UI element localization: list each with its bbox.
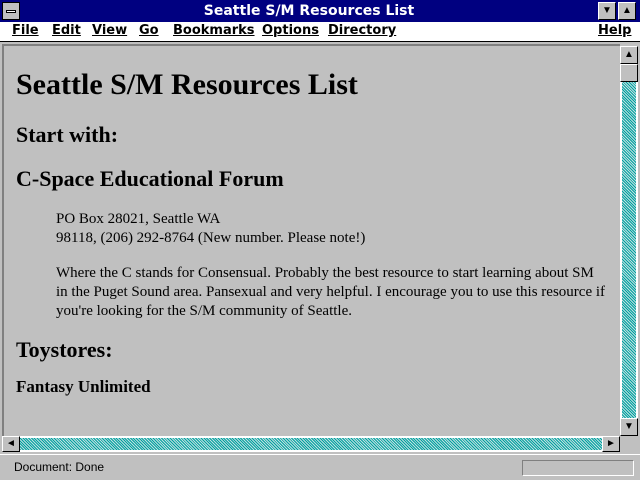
scroll-up-button[interactable]: ▲ (620, 46, 638, 64)
document-view[interactable]: Seattle S/M Resources List Start with: C… (2, 44, 620, 436)
menu-options[interactable]: Options (262, 23, 319, 38)
vertical-scroll-track[interactable] (622, 64, 636, 418)
browser-window: Seattle S/M Resources List ▼ ▲ File Edit… (0, 0, 640, 480)
progress-bar (522, 460, 634, 476)
forum-address: PO Box 28021, Seattle WA 98118, (206) 29… (56, 210, 606, 248)
store-heading: Fantasy Unlimited (16, 377, 151, 396)
menu-bar: File Edit View Go Bookmarks Options Dire… (0, 22, 640, 42)
scroll-down-button[interactable]: ▼ (620, 418, 638, 436)
status-bar: Document: Done (0, 454, 640, 480)
menu-file[interactable]: File (12, 23, 39, 38)
toystores-heading: Toystores: (16, 337, 113, 362)
menu-go[interactable]: Go (139, 23, 159, 38)
scrollbar-corner (620, 436, 638, 452)
horizontal-scrollbar[interactable]: ◄ ► (2, 436, 620, 452)
start-with-heading: Start with: (16, 122, 119, 147)
page-title: Seattle S/M Resources List (16, 68, 358, 101)
vertical-scroll-thumb[interactable] (620, 64, 638, 82)
menu-view[interactable]: View (92, 23, 127, 38)
maximize-button[interactable]: ▲ (618, 2, 636, 20)
menu-edit[interactable]: Edit (52, 23, 81, 38)
system-menu-button[interactable] (2, 2, 20, 20)
menu-directory[interactable]: Directory (328, 23, 396, 38)
status-text: Document: Done (14, 460, 105, 474)
address-line-1: PO Box 28021, Seattle WA (56, 211, 221, 227)
scroll-right-button[interactable]: ► (602, 436, 620, 452)
document-content: Seattle S/M Resources List Start with: C… (16, 68, 606, 397)
minimize-button[interactable]: ▼ (598, 2, 616, 20)
horizontal-scroll-track[interactable] (20, 438, 602, 450)
forum-heading: C-Space Educational Forum (16, 166, 284, 191)
window-title: Seattle S/M Resources List (203, 3, 415, 19)
menu-bookmarks[interactable]: Bookmarks (173, 23, 255, 38)
scroll-left-button[interactable]: ◄ (2, 436, 20, 452)
forum-description: Where the C stands for Consensual. Proba… (56, 265, 606, 319)
title-bar: Seattle S/M Resources List ▼ ▲ (0, 0, 640, 22)
address-line-2: 98118, (206) 292-8764 (New number. Pleas… (56, 230, 366, 246)
menu-help[interactable]: Help (598, 23, 631, 38)
system-menu-icon (6, 10, 16, 13)
vertical-scrollbar[interactable]: ▲ ▼ (620, 46, 638, 436)
